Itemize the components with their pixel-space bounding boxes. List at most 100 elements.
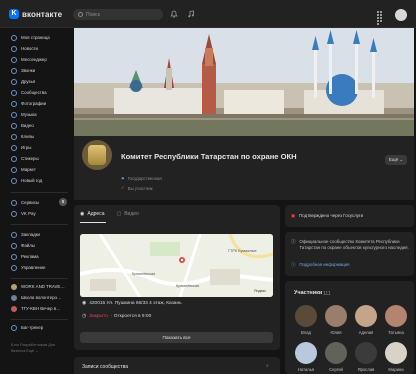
sidebar-item-bookmarks[interactable]: Закладки [11,230,40,239]
member-item[interactable]: Марина [383,342,409,372]
user-avatar[interactable] [395,9,407,21]
search-icon [78,12,83,17]
pin-icon: ◉ [82,301,87,306]
sidebar-divider [10,278,68,279]
pin-icon: ◉ [80,211,85,217]
sidebar-item-label: Файлы [21,243,35,248]
info-icon: ⓘ [291,262,296,267]
search-icon[interactable]: ⌕ [266,363,269,369]
sidebar-footer-links[interactable]: Блог Разработчикам Для бизнеса Ещё ⌄ [11,342,69,354]
sidebar-item-market[interactable]: Маркет [11,165,36,174]
member-item[interactable]: Ярослав [353,342,379,372]
members-count: 111 [323,291,331,297]
sidebar-item-label: Сообщества [21,90,47,95]
sidebar-item-services[interactable]: Сервисы [11,198,39,207]
sidebar-item-files[interactable]: Файлы [11,241,35,250]
member-name: Татьяна [388,330,404,335]
clock-icon: ◷ [82,314,87,319]
member-item[interactable]: Татьяна [383,305,409,335]
sidebar-item-calls[interactable]: Звонки [11,66,35,75]
sidebar-item-label: Моя страница [21,35,50,40]
flag-icon: ⚑ [121,176,125,181]
user-icon [11,34,17,41]
search-placeholder: Поиск [86,11,100,18]
tab-label: Адреса [87,211,105,217]
member-item[interactable]: Влад [293,305,319,335]
more-info-link[interactable]: ⓘ Подробная информация [291,262,350,268]
sidebar-item-vk-pay[interactable]: VK Pay [11,209,36,218]
sidebar-item-label: Сервисы [21,200,40,205]
bookmark-icon [11,231,17,238]
opening-hours: ◷ Закрыто · Откроется в 9:00 [82,314,151,319]
show-all-button[interactable]: Показать все [80,332,273,343]
sidebar-item-stickers[interactable]: Стикеры [11,154,39,163]
sidebar-item-label: VK Pay [21,211,36,216]
vk-logo[interactable]: K вконтакте [9,9,62,19]
sidebar-group-item[interactable]: Школа волонтеро… [11,293,61,302]
sidebar-item-video[interactable]: Видео [11,121,34,130]
official-row: ⓘ Официальное сообщество Комитета Респуб… [291,239,411,250]
sidebar-item-label: Маркет [21,167,36,172]
status-opens: · Откроется в 9:00 [110,314,152,319]
apps-grid-icon[interactable] [377,11,385,25]
membership-status[interactable]: ✓ Вы участник [121,185,152,191]
member-name: Сергей [329,367,343,372]
community-avatar[interactable] [80,138,114,172]
address-line[interactable]: ◉ 420015 Ул. Пушкина 66/33 4 этаж, Казан… [82,301,182,306]
community-cover-image [74,28,414,136]
search-input[interactable]: Поиск [73,9,163,20]
sidebar-item-music[interactable]: Музыка [11,110,37,119]
member-name: Аделия [358,330,374,335]
sidebar-item-friends[interactable]: Друзья [11,77,35,86]
tab-video[interactable]: ▢ Видео [116,211,138,217]
sidebar-group-item[interactable]: ТГУ-КВН Вечер в… [11,304,61,313]
sidebar-group-item[interactable]: WORK AND TRAVE… [11,282,65,291]
more-button[interactable]: Ещё ⌄ [385,155,407,165]
community-type: ⚑ Государственная [121,176,162,181]
sidebar-item-manage[interactable]: Управление [11,263,45,272]
sidebar-item-label: Школа волонтеро… [21,295,62,300]
sidebar-item-clips[interactable]: Клипы [11,132,34,141]
sidebar-item-bugtracker[interactable]: Баг-трекер [11,323,43,332]
map-label: Кремлёвская [132,272,156,276]
sidebar-item-communities[interactable]: Сообщества [11,88,47,97]
member-item[interactable]: Юлия [323,305,349,335]
top-bar: K вконтакте Поиск [0,0,416,28]
member-item[interactable]: Аделия [353,305,379,335]
sidebar-item-label: Друзья [21,79,36,84]
check-icon: ✓ [121,185,125,190]
video-icon: ▢ [116,211,122,217]
member-item[interactable]: Наталья [293,342,319,372]
notifications-bell-icon[interactable] [170,10,178,18]
sidebar-item-my-page[interactable]: Моя страница [11,33,50,42]
vk-logo-icon: K [9,9,19,19]
group-avatar [11,305,17,312]
sidebar-item-news[interactable]: Новости [11,44,38,53]
chevron-down-icon: ⌄ [399,157,404,162]
music-player-icon[interactable] [187,10,195,18]
sidebar-item-messenger[interactable]: Мессенджер [11,55,47,64]
member-avatar [355,305,377,327]
gosuslugi-icon: ▣ [291,213,296,218]
active-tab-underline [80,222,106,223]
sidebar-item-label: Закладки [21,232,41,237]
video-icon [11,122,17,129]
groups-icon [11,89,17,96]
sidebar-item-label: Клипы [21,134,35,139]
tab-addresses[interactable]: ◉ Адреса [80,211,104,217]
member-name: Влад [300,330,311,335]
member-item[interactable]: Сергей [323,342,349,372]
sidebar-item-games[interactable]: Игры [11,143,31,152]
sidebar-item-new-year[interactable]: Новый год [11,176,42,185]
member-avatar [385,305,407,327]
sidebar-item-label: ТГУ-КВН Вечер в… [21,306,61,311]
location-map[interactable]: Кремлёвская Кремлёвская ГТРК Бумажные Ян… [80,234,273,297]
info-icon: ⓘ [291,239,296,244]
member-name: Ярослав [357,367,375,372]
member-avatar [295,305,317,327]
members-title[interactable]: Участники [294,290,322,296]
member-avatar [325,305,347,327]
map-label: ГТРК Бумажные [228,249,257,253]
sidebar-item-photos[interactable]: Фотографии [11,99,46,108]
sidebar-item-ads[interactable]: Реклама [11,252,39,261]
